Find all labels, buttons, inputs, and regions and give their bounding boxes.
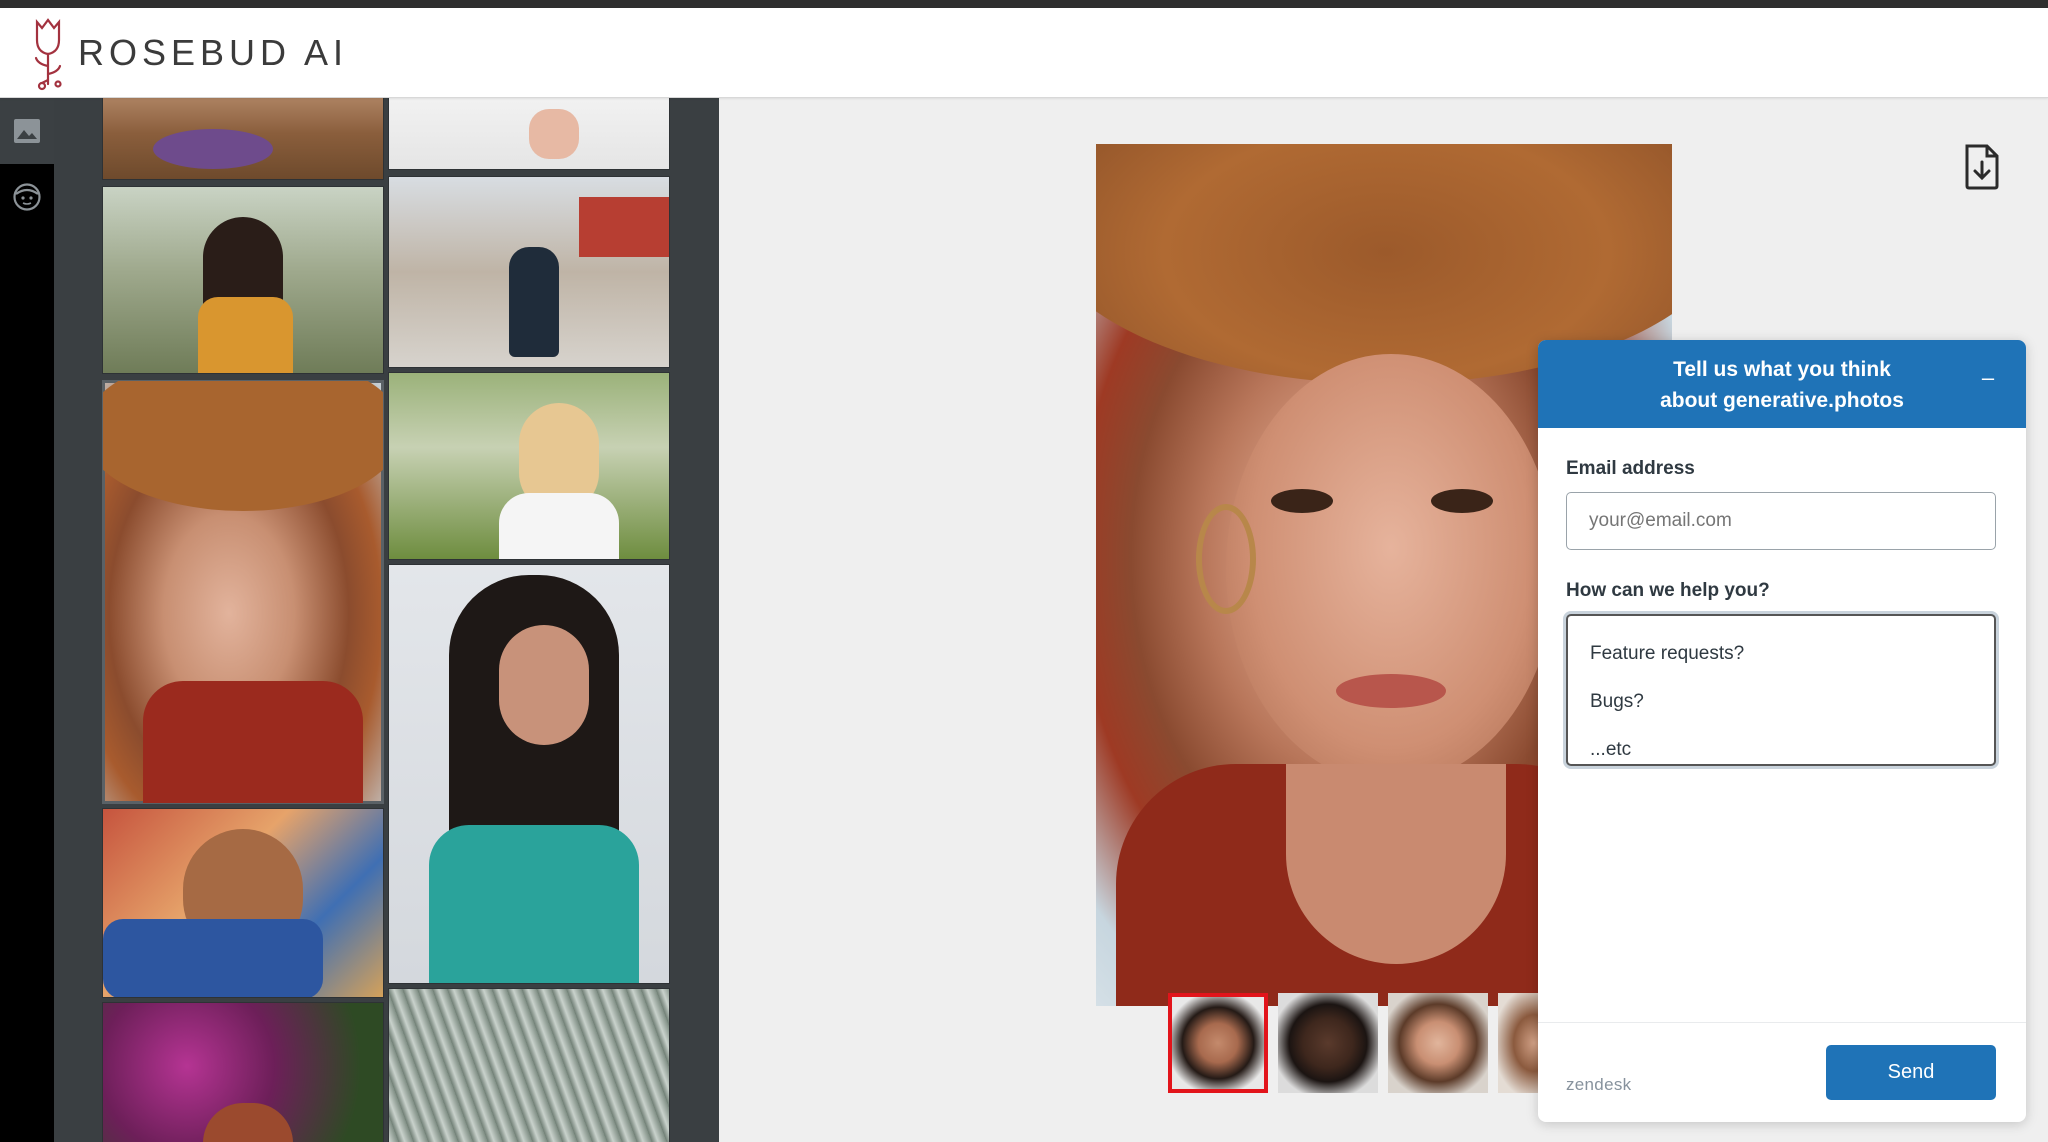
- face-shape: [1226, 354, 1556, 784]
- left-icon-rail: [0, 98, 54, 1142]
- gallery-photo-blonde-park[interactable]: [388, 372, 670, 560]
- feedback-title: Tell us what you think about generative.…: [1660, 358, 1904, 412]
- gallery-photo-flowers[interactable]: [102, 1002, 384, 1142]
- minimize-button[interactable]: –: [1976, 366, 2000, 390]
- right-eye: [1431, 489, 1493, 513]
- email-field[interactable]: [1566, 492, 1996, 550]
- face-thumbnail-2[interactable]: [1278, 993, 1378, 1093]
- gallery-photo-snowy-street[interactable]: [388, 176, 670, 368]
- face-thumbnail-4[interactable]: [1498, 993, 1538, 1093]
- feedback-widget: Tell us what you think about generative.…: [1538, 340, 2026, 1122]
- rosebud-logo-icon[interactable]: [28, 14, 68, 94]
- send-button[interactable]: Send: [1826, 1045, 1996, 1100]
- zendesk-brand[interactable]: zendesk: [1566, 1075, 1631, 1095]
- gallery-photo-teal-shirt[interactable]: [388, 564, 670, 984]
- file-download-icon[interactable]: [1961, 144, 2003, 190]
- window-top-bar: [0, 0, 2048, 8]
- face-icon: [13, 183, 41, 211]
- image-icon: [14, 119, 40, 143]
- gallery-photo-straw-hat[interactable]: [102, 380, 384, 804]
- help-label: How can we help you?: [1566, 580, 1770, 601]
- woman-in-snowy-street-photo: [509, 247, 559, 357]
- bare-feet-photo: [529, 109, 579, 159]
- brand-name: ROSEBUD AI: [78, 32, 349, 73]
- woman-with-flowers-photo: [203, 1103, 293, 1142]
- palm-leaves-photo: [389, 989, 669, 1142]
- feedback-header: Tell us what you think about generative.…: [1538, 340, 2026, 428]
- photo-gallery: [54, 98, 719, 1142]
- gallery-photo-woman-grass[interactable]: [102, 186, 384, 374]
- face-thumbnail-3[interactable]: [1388, 993, 1488, 1093]
- face-thumbnail-1[interactable]: [1168, 993, 1268, 1093]
- hoop-earring: [1196, 504, 1256, 614]
- gallery-photo-blanket[interactable]: [102, 808, 384, 998]
- left-eye: [1271, 489, 1333, 513]
- gallery-photo-feet[interactable]: [388, 98, 670, 170]
- gallery-photo-yoga-mat[interactable]: [102, 98, 384, 180]
- gallery-photo-palm[interactable]: [388, 988, 670, 1142]
- help-textarea[interactable]: Feature requests? Bugs? ...etc: [1566, 614, 1996, 766]
- yoga-mat-photo: [153, 129, 273, 169]
- email-label: Email address: [1566, 458, 1695, 479]
- freckled-woman-straw-hat-photo: [103, 381, 383, 511]
- rail-item-images[interactable]: [0, 98, 54, 164]
- rail-item-faces[interactable]: [0, 164, 54, 230]
- feedback-footer: zendesk Send: [1538, 1022, 2026, 1122]
- lips: [1336, 674, 1446, 708]
- app-header: ROSEBUD AI: [0, 8, 2048, 98]
